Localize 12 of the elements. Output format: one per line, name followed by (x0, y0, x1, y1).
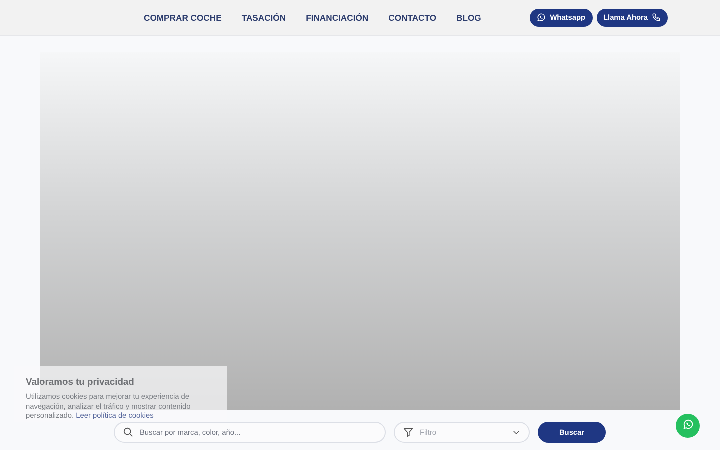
chevron-down-icon (512, 428, 521, 437)
whatsapp-button[interactable] (676, 414, 700, 438)
nav-link[interactable]: FINANCIACIÓN (306, 12, 369, 22)
nav-link[interactable]: TASACIÓN (242, 12, 286, 22)
whatsapp-icon (537, 13, 546, 22)
search-icon (123, 427, 134, 438)
filter-icon (403, 427, 414, 438)
nav-link[interactable]: CONTACTO (388, 12, 437, 22)
nav-link[interactable]: COMPRAR COCHE (144, 12, 222, 22)
cookie-title: Valoramos tu privacidad (26, 376, 136, 387)
nav-link[interactable]: BLOG (456, 12, 482, 22)
phone-icon (652, 13, 661, 22)
